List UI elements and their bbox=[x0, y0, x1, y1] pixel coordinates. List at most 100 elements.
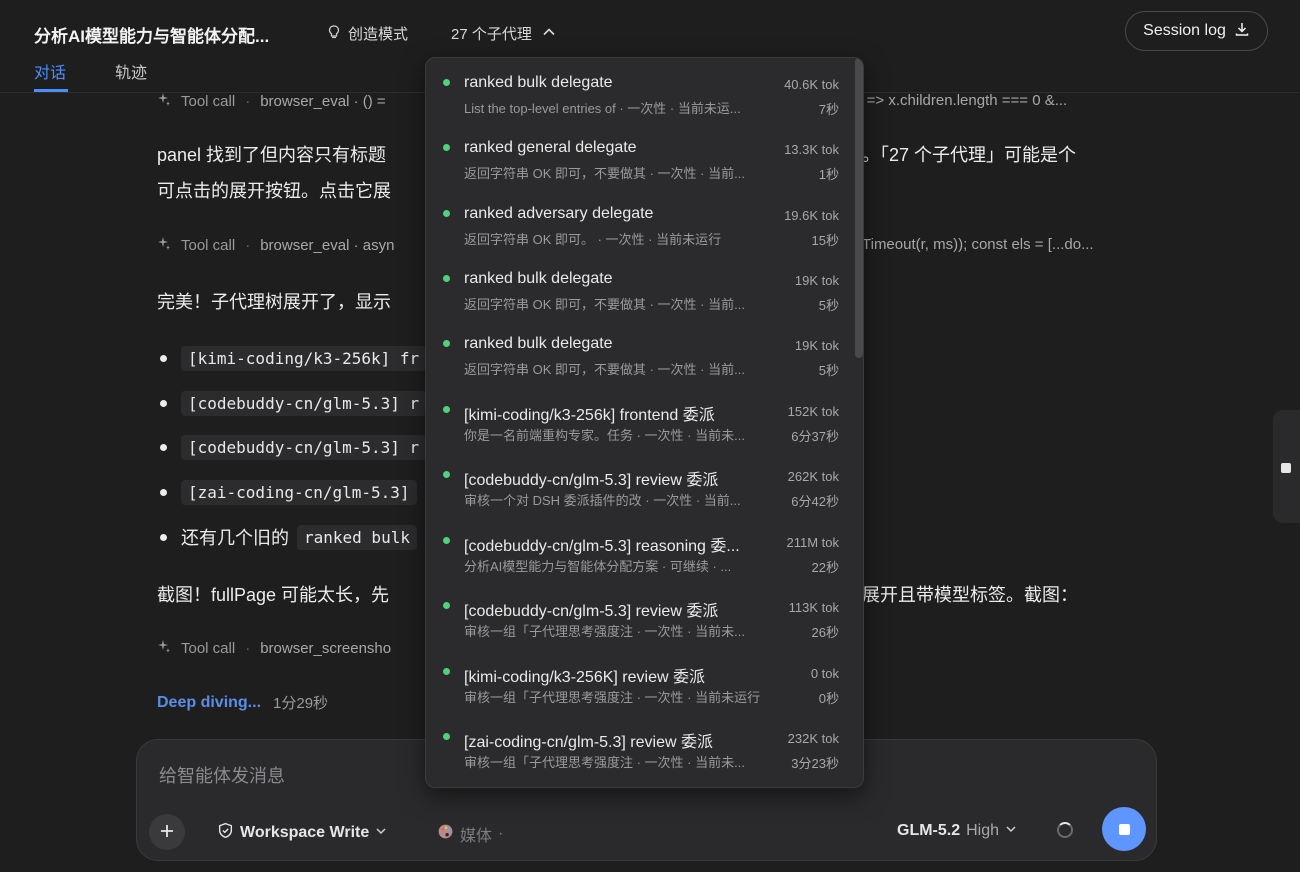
side-panel-handle[interactable] bbox=[1273, 410, 1300, 523]
tool-call-label: Tool call bbox=[181, 236, 236, 254]
subagent-name: [codebuddy-cn/glm-5.3] review 委派 bbox=[464, 472, 719, 489]
tool-call-detail: browser_eval · asyn bbox=[260, 236, 395, 254]
subagent-item[interactable]: [kimi-coding/k3-256K] review 委派 审核一组「子代理… bbox=[426, 647, 851, 712]
subagent-name: ranked bulk delegate bbox=[464, 335, 613, 352]
bullet-dot bbox=[160, 489, 167, 496]
status-dot-icon bbox=[443, 340, 450, 347]
model-select[interactable]: GLM-5.2 High bbox=[897, 822, 1017, 840]
subagent-item[interactable]: ranked bulk delegate 返回字符串 OK 即可，不要做其 · … bbox=[426, 254, 851, 319]
sparkle-icon bbox=[157, 92, 171, 110]
bullet-dot bbox=[160, 355, 167, 362]
tool-call-line[interactable]: Tool call · browser_screensho bbox=[157, 639, 391, 657]
tool-call-tail-text: Timeout(r, ms)); const els = [...do... bbox=[862, 236, 1094, 253]
subagent-name: ranked adversary delegate bbox=[464, 205, 654, 222]
media-separator: · bbox=[498, 825, 504, 842]
message-paragraph-tail: 。「27 个子代理」可能是个 bbox=[862, 137, 1142, 173]
active-tab-indicator bbox=[34, 89, 68, 92]
subagent-item[interactable]: ranked adversary delegate 返回字符串 OK 即可。 ·… bbox=[426, 189, 851, 254]
subagent-duration: 3分23秒 bbox=[791, 756, 839, 771]
palette-icon bbox=[437, 823, 454, 845]
status-dot-icon bbox=[443, 733, 450, 740]
subagent-tokens: 19K tok bbox=[794, 273, 839, 288]
deep-diving-label: Deep diving... bbox=[157, 693, 262, 711]
subagent-duration: 6分42秒 bbox=[791, 494, 839, 509]
message-paragraph-tail: 展开且带模型标签。截图： bbox=[862, 577, 1142, 613]
stop-button[interactable] bbox=[1102, 807, 1146, 851]
loading-spinner-icon bbox=[1057, 822, 1073, 838]
subagents-toggle[interactable]: 27 个子代理 bbox=[451, 23, 556, 44]
status-dot-icon bbox=[443, 537, 450, 544]
plus-icon bbox=[159, 819, 175, 845]
status-dot-icon bbox=[443, 471, 450, 478]
subagent-name: [codebuddy-cn/glm-5.3] reasoning 委... bbox=[464, 538, 740, 555]
status-dot-icon bbox=[443, 79, 450, 86]
mode-indicator[interactable]: 创造模式 bbox=[326, 23, 408, 44]
separator: · bbox=[245, 236, 251, 254]
sparkle-bulb-icon bbox=[326, 24, 342, 44]
media-label: 媒体 bbox=[460, 828, 493, 845]
tool-call-tail: Timeout(r, ms)); const els = [...do... bbox=[862, 236, 1094, 253]
session-log-label: Session log bbox=[1143, 22, 1226, 39]
subagents-dropdown: ranked bulk delegate List the top-level … bbox=[425, 57, 864, 788]
subagent-item[interactable]: [zai-coding-cn/glm-5.3] review 委派 审核一组「子… bbox=[426, 712, 851, 777]
subagent-description: 审核一组「子代理思考强度注 · 一次性 · 当前未运行 bbox=[464, 690, 761, 705]
subagent-item[interactable]: ranked bulk delegate List the top-level … bbox=[426, 58, 851, 123]
status-dot-icon bbox=[443, 210, 450, 217]
stop-icon bbox=[1118, 823, 1130, 835]
subagent-description: 返回字符串 OK 即可，不要做其 · 一次性 · 当前... bbox=[464, 297, 745, 312]
subagents-count-label: 27 个子代理 bbox=[451, 26, 532, 43]
tool-call-line[interactable]: Tool call · browser_eval · () = bbox=[157, 92, 386, 110]
download-icon bbox=[1234, 21, 1250, 42]
subagent-tokens: 262K tok bbox=[787, 469, 839, 484]
session-log-button[interactable]: Session log bbox=[1125, 11, 1268, 51]
subagent-duration: 7秒 bbox=[818, 102, 839, 117]
tab-trajectory[interactable]: 轨迹 bbox=[115, 59, 147, 83]
tool-call-label: Tool call bbox=[181, 639, 236, 657]
subagent-duration: 15秒 bbox=[811, 233, 839, 248]
subagent-duration: 26秒 bbox=[811, 625, 839, 640]
media-button[interactable]: 媒体 · bbox=[437, 822, 503, 846]
elapsed-time: 1分29秒 bbox=[273, 695, 329, 712]
tool-call-detail: browser_screensho bbox=[260, 639, 392, 657]
subagent-description: 审核一组「子代理思考强度注 · 一次性 · 当前未... bbox=[464, 755, 745, 770]
list-item-text: 还有几个旧的 bbox=[181, 528, 289, 548]
subagent-tokens: 13.3K tok bbox=[784, 142, 839, 157]
status-dot-icon bbox=[443, 144, 450, 151]
list-item: [codebuddy-cn/glm-5.3] r bbox=[157, 391, 427, 416]
status-dot-icon bbox=[443, 602, 450, 609]
message-input[interactable]: 给智能体发消息 bbox=[159, 762, 285, 788]
subagent-tokens: 211M tok bbox=[786, 535, 839, 550]
tool-call-tail: x => x.children.length === 0 &... bbox=[855, 92, 1067, 109]
model-name: GLM-5.2 bbox=[897, 822, 961, 839]
subagent-duration: 6分37秒 bbox=[791, 429, 839, 444]
bullet-dot bbox=[160, 400, 167, 407]
tool-call-detail: browser_eval · () = bbox=[260, 92, 386, 110]
status-dot-icon bbox=[443, 275, 450, 282]
subagent-description: List the top-level entries of · 一次性 · 当前… bbox=[464, 101, 741, 116]
subagent-item[interactable]: ranked general delegate 返回字符串 OK 即可，不要做其… bbox=[426, 123, 851, 188]
bullet-dot bbox=[160, 444, 167, 451]
workspace-permission-select[interactable]: Workspace Write bbox=[217, 822, 387, 844]
subagent-item[interactable]: ranked bulk delegate 返回字符串 OK 即可，不要做其 · … bbox=[426, 319, 851, 384]
thinking-status: Deep diving... 1分29秒 bbox=[157, 692, 328, 713]
separator: · bbox=[245, 92, 251, 110]
subagent-description: 你是一名前端重构专家。任务 · 一次性 · 当前未... bbox=[464, 428, 745, 443]
add-attachment-button[interactable] bbox=[149, 814, 185, 850]
subagent-tokens: 0 tok bbox=[810, 666, 839, 681]
subagent-item[interactable]: [codebuddy-cn/glm-5.3] review 委派 审核一个对 D… bbox=[426, 450, 851, 515]
subagent-description: 分析AI模型能力与智能体分配方案 · 可继续 · ... bbox=[464, 559, 732, 574]
tool-call-line[interactable]: Tool call · browser_eval · asyn bbox=[157, 236, 394, 254]
tab-conversation[interactable]: 对话 bbox=[34, 59, 66, 83]
inline-code: ranked bulk bbox=[297, 524, 417, 550]
subagent-item[interactable]: [codebuddy-cn/glm-5.3] reasoning 委... 分析… bbox=[426, 516, 851, 581]
subagent-description: 审核一组「子代理思考强度注 · 一次性 · 当前未... bbox=[464, 624, 745, 639]
message-text: 截图！fullPage 可能太长，先 bbox=[157, 585, 390, 605]
status-dot-icon bbox=[443, 668, 450, 675]
subagent-description: 返回字符串 OK 即可，不要做其 · 一次性 · 当前... bbox=[464, 166, 745, 181]
inline-code: [zai-coding-cn/glm-5.3] bbox=[181, 480, 417, 505]
subagent-item[interactable]: [codebuddy-cn/glm-5.3] review 委派 审核一组「子代… bbox=[426, 581, 851, 646]
subagent-item[interactable]: [kimi-coding/k3-256k] frontend 委派 你是一名前端… bbox=[426, 385, 851, 450]
subagent-description: 返回字符串 OK 即可，不要做其 · 一次性 · 当前... bbox=[464, 362, 745, 377]
dropdown-scrollbar[interactable] bbox=[855, 58, 863, 358]
subagent-duration: 5秒 bbox=[818, 363, 839, 378]
